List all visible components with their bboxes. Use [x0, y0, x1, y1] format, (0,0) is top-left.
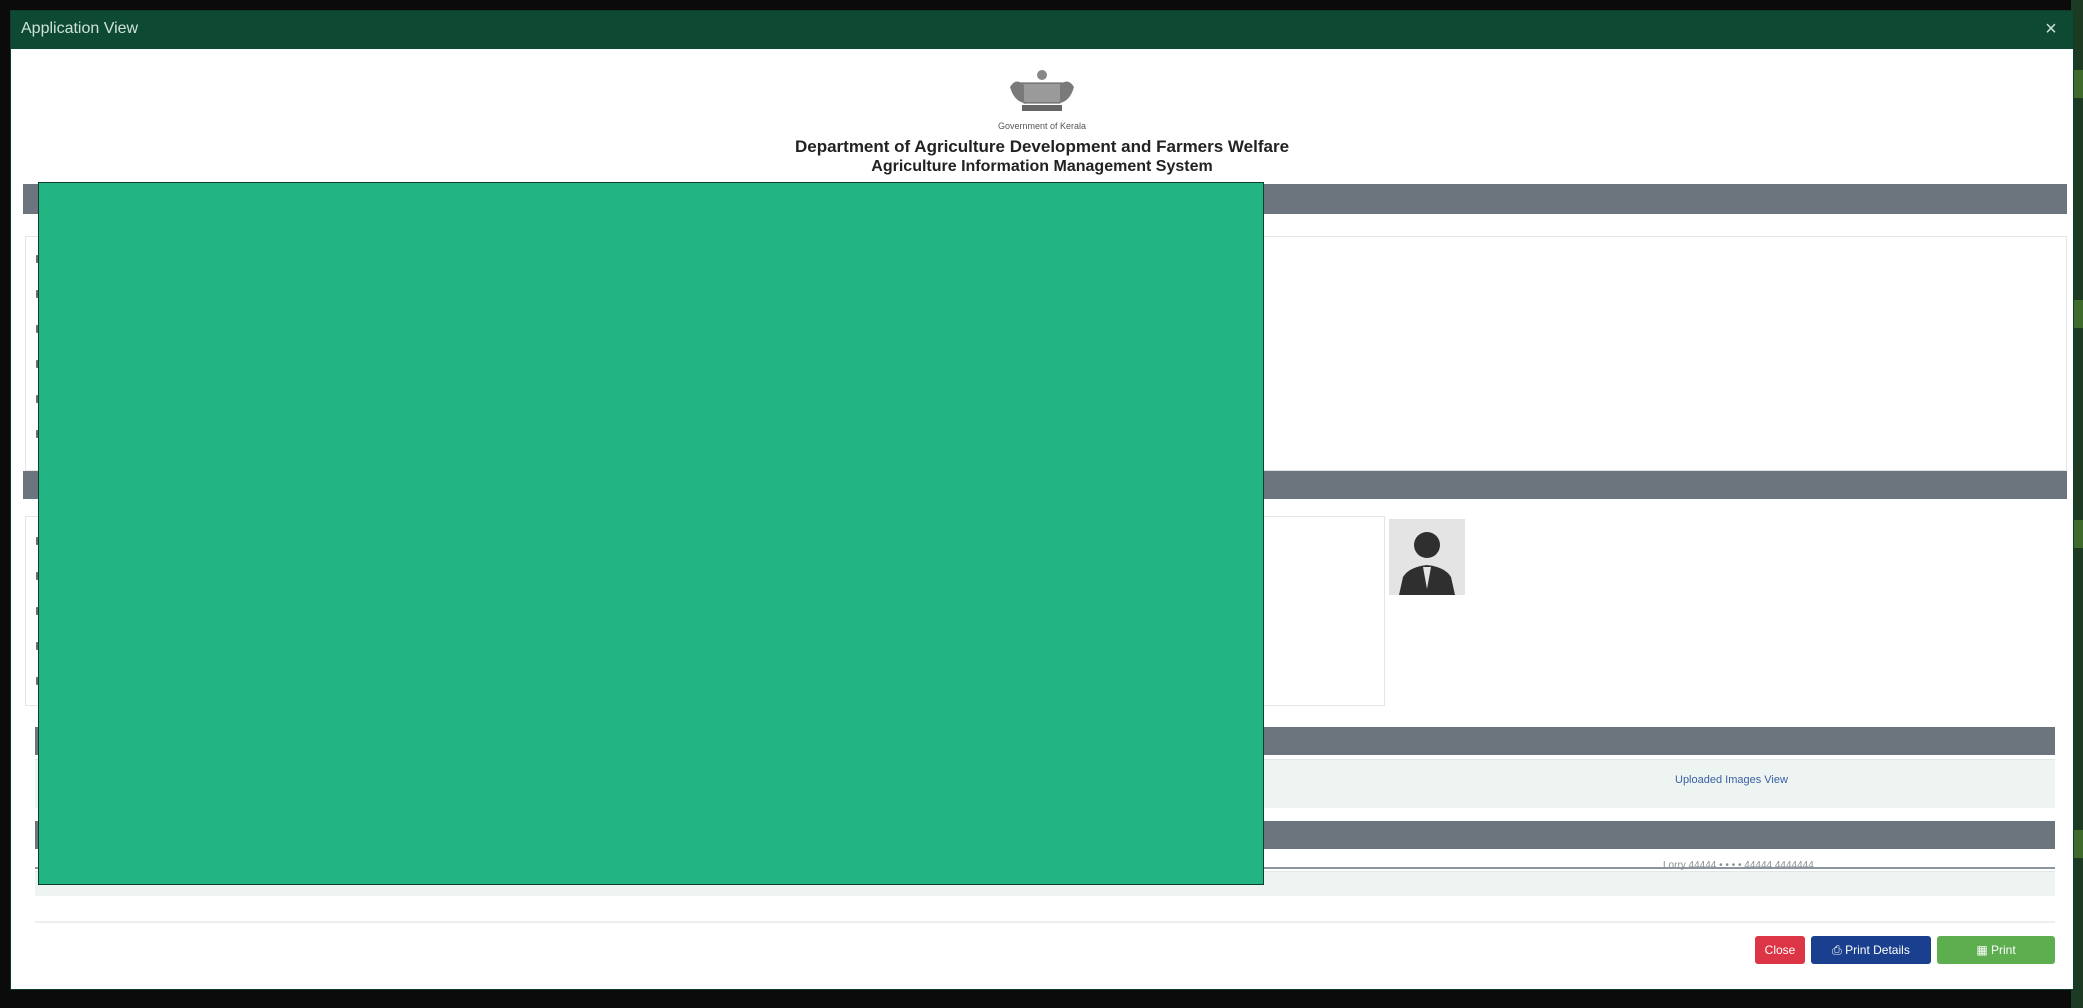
- user-avatar-icon: [1399, 532, 1455, 595]
- print-acknowledgment-label: Print Acknowledgment: [1950, 943, 2042, 985]
- print-details-label: Print Details: [1845, 943, 1910, 957]
- department-title: Department of Agriculture Development an…: [794, 137, 1290, 156]
- print-details-button[interactable]: ⎙ Print Details: [1811, 936, 1931, 964]
- reference-text: Lorry 44444 • • • • 44444 4444444: [1663, 860, 1814, 871]
- applicant-photo: [1389, 519, 1465, 595]
- document-icon: ▦: [1976, 943, 1988, 957]
- footer-divider: [35, 921, 2055, 923]
- modal-close-icon[interactable]: ×: [2039, 17, 2063, 41]
- print-acknowledgment-button[interactable]: ▦ Print Acknowledgment: [1937, 936, 2055, 985]
- modal-titlebar: Application View ×: [11, 11, 2073, 49]
- document-header: Government of Kerala Department of Agric…: [11, 59, 2073, 179]
- state-emblem-icon: [1010, 70, 1074, 111]
- uploaded-images-link[interactable]: Uploaded Images View: [1675, 774, 1788, 786]
- government-label: Government of Kerala: [997, 121, 1087, 131]
- close-button[interactable]: Close: [1755, 936, 1805, 964]
- system-title: Agriculture Information Management Syste…: [871, 158, 1213, 175]
- printer-icon: ⎙: [1832, 943, 1842, 957]
- modal-title: Application View: [21, 20, 139, 37]
- redaction-overlay: [38, 182, 1264, 885]
